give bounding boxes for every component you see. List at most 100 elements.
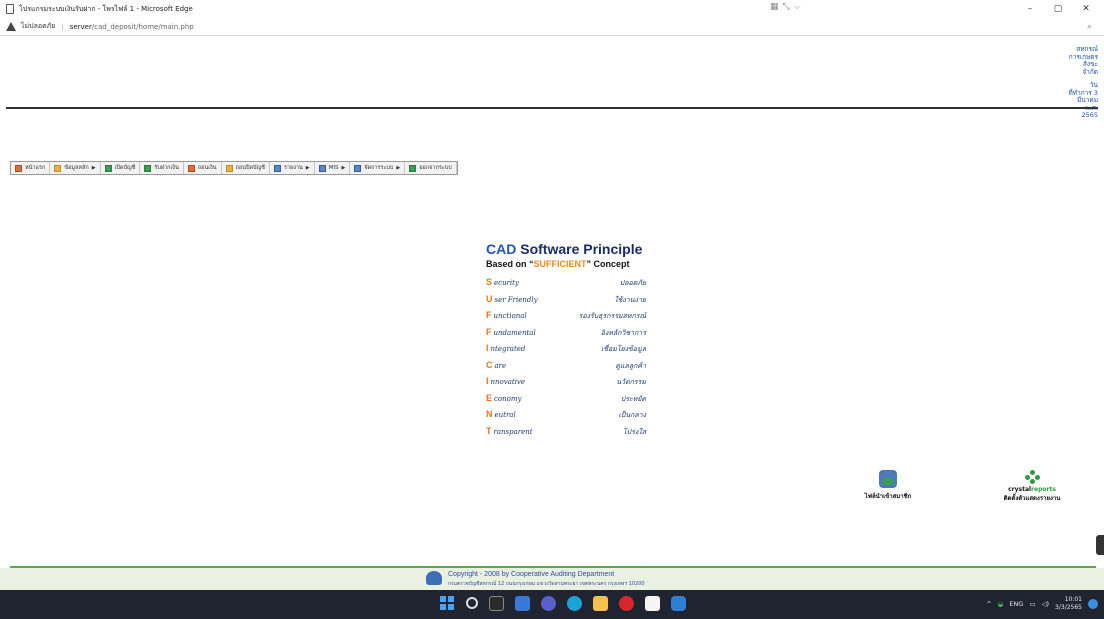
main-menu: หน้าแรก ข้อมูลหลัก ▶ เปิดบัญชี รับฝากเงิน ถอน…: [10, 161, 458, 175]
logout-icon[interactable]: [409, 164, 417, 172]
submenu-arrow-icon[interactable]: ▶: [306, 165, 310, 171]
app-icon[interactable]: [671, 596, 686, 611]
clock-time[interactable]: 10:01: [1055, 596, 1082, 604]
menu-item-label[interactable]: รายงาน: [284, 164, 303, 172]
file-explorer-icon[interactable]: [593, 596, 608, 611]
principle-word: ntegrated: [490, 345, 526, 353]
edge-icon[interactable]: [567, 596, 582, 611]
task-view-icon[interactable]: [489, 596, 504, 611]
url-host[interactable]: server: [70, 23, 92, 31]
title-bar-tools: ▦ ⤡ ⌵: [770, 2, 801, 12]
chevron-down-icon[interactable]: ⌵: [794, 2, 801, 12]
close-account-icon[interactable]: [225, 164, 233, 172]
edge-side-tab[interactable]: [1096, 535, 1104, 555]
settings-icon[interactable]: [354, 164, 362, 172]
menu-item-label[interactable]: หน้าแรก: [25, 164, 45, 172]
principle-row: User Friendly ใช้งานง่าย: [486, 294, 646, 311]
clock-date[interactable]: 3/3/2565: [1055, 604, 1082, 612]
notification-icon[interactable]: [1088, 599, 1098, 609]
address-bar[interactable]: ไม่ปลอดภัย | server /cad_deposit/home/ma…: [0, 18, 1104, 36]
minimize-button[interactable]: –: [1018, 0, 1042, 18]
submenu-arrow-icon[interactable]: ▶: [341, 165, 345, 171]
principle-thai: ใช้งานง่าย: [614, 295, 646, 304]
header-divider: [6, 107, 1098, 109]
menu-item-label[interactable]: ข้อมูลหลัก: [64, 164, 88, 172]
menu-item-label[interactable]: เปิดบัญชี: [115, 164, 136, 172]
menu-item-label[interactable]: MIS: [329, 165, 339, 171]
member-import-label[interactable]: ไฟล์นำเข้าสมาชิก: [848, 491, 928, 501]
url-path[interactable]: /cad_deposit/home/main.php: [92, 23, 194, 31]
notepad-icon[interactable]: [645, 596, 660, 611]
footer-copyright: Copyright - 2008 by Cooperative Auditing…: [448, 571, 615, 578]
member-import-icon[interactable]: [879, 470, 897, 488]
clock[interactable]: 10:01 3/3/2565: [1055, 596, 1082, 612]
principle-list: Security ปลอดภัย User Friendly ใช้งานง่าย Fu…: [486, 277, 646, 442]
principle-thai: นวัตกรรม: [616, 378, 646, 386]
crystal-brand-reports: reports: [1031, 486, 1056, 493]
menu-item-label[interactable]: จัดการระบบ: [364, 164, 393, 172]
windows-start-icon[interactable]: [440, 596, 455, 611]
volume-icon[interactable]: ◁): [1042, 600, 1050, 608]
folder-icon[interactable]: [54, 164, 62, 172]
member-import-shortcut[interactable]: ไฟล์นำเข้าสมาชิก: [848, 470, 928, 501]
menu-item-logout[interactable]: ออกจากระบบ: [405, 162, 457, 174]
principle-word: ransparent: [493, 427, 533, 436]
chat-icon[interactable]: [541, 596, 556, 611]
submenu-arrow-icon[interactable]: ▶: [92, 165, 96, 171]
display-icon[interactable]: ▭: [1029, 600, 1035, 608]
principle-word: ecurity: [494, 279, 519, 287]
subtitle-suffix: Concept: [591, 259, 630, 269]
security-status[interactable]: ไม่ปลอดภัย: [21, 21, 55, 32]
menu-item-book[interactable]: เปิดบัญชี: [101, 162, 141, 174]
mis-icon[interactable]: [318, 164, 326, 172]
menu-item-label[interactable]: รับฝากเงิน: [154, 164, 178, 172]
crystal-reports-icon[interactable]: [1025, 470, 1040, 484]
principle-word: are: [494, 361, 507, 370]
crystal-reports-shortcut[interactable]: crystalreports ติดตั้งตัวแสดงรายงาน: [982, 470, 1082, 503]
principle-thai: อิงหลักวิชาการ: [600, 328, 646, 337]
principle-row: Neutral เป็นกลาง: [486, 409, 646, 426]
principle-thai: ปลอดภัย: [619, 279, 646, 287]
report-icon[interactable]: [273, 164, 281, 172]
header-info-line: 2565: [1081, 111, 1098, 119]
submenu-arrow-icon[interactable]: ▶: [396, 165, 400, 171]
menu-item-label[interactable]: ถอนปิดบัญชี: [236, 164, 265, 172]
network-icon[interactable]: ◒: [998, 600, 1004, 608]
principle-row: Functional รองรับธุรกรรมสหกรณ์: [486, 310, 646, 327]
language-indicator[interactable]: ENG: [1009, 600, 1023, 608]
menu-item-settings[interactable]: จัดการระบบ ▶: [350, 162, 406, 174]
home-icon[interactable]: [15, 164, 22, 172]
menu-item-label[interactable]: ถอนเงิน: [198, 164, 217, 172]
book-icon[interactable]: [104, 164, 112, 172]
deposit-icon[interactable]: [144, 164, 152, 172]
menu-item-mis[interactable]: MIS ▶: [315, 162, 351, 174]
grid-icon[interactable]: ▦: [770, 2, 779, 12]
menu-item-close-account[interactable]: ถอนปิดบัญชี: [222, 162, 270, 174]
menu-item-deposit[interactable]: รับฝากเงิน: [140, 162, 184, 174]
menu-item-report[interactable]: รายงาน ▶: [270, 162, 315, 174]
principle-thai: เป็นกลาง: [618, 411, 647, 419]
taskbar-apps: [440, 596, 686, 611]
withdraw-icon[interactable]: [187, 164, 195, 172]
close-button[interactable]: ✕: [1074, 0, 1098, 18]
principle-row: Security ปลอดภัย: [486, 277, 646, 294]
opera-icon[interactable]: [619, 596, 634, 611]
menu-item-home[interactable]: หน้าแรก: [11, 162, 51, 174]
collapse-icon[interactable]: ⤡: [783, 2, 790, 12]
principle-thai: ประหยัด: [620, 394, 646, 403]
principle-word: nnovative: [490, 378, 526, 386]
principle-thai: รองรับธุรกรรมสหกรณ์: [578, 312, 646, 320]
menu-item-withdraw[interactable]: ถอนเงิน: [184, 162, 222, 174]
principle-letter: U: [486, 293, 493, 304]
search-icon[interactable]: [466, 597, 478, 609]
principle-title-rest: Software Principle: [516, 241, 643, 257]
chevron-up-icon[interactable]: ^: [986, 600, 991, 608]
warning-icon[interactable]: [6, 22, 16, 31]
crystal-reports-label[interactable]: ติดตั้งตัวแสดงรายงาน: [982, 493, 1082, 503]
menu-item-folder[interactable]: ข้อมูลหลัก ▶: [50, 162, 101, 174]
menu-item-label[interactable]: ออกจากระบบ: [419, 164, 451, 172]
search-icon[interactable]: ⌕: [1087, 22, 1092, 32]
title-bar: โปรแกรมระบบเงินรับฝาก - โพรไฟล์ 1 - Micr…: [0, 0, 1104, 18]
widgets-icon[interactable]: [515, 596, 530, 611]
maximize-button[interactable]: ▢: [1046, 0, 1070, 18]
